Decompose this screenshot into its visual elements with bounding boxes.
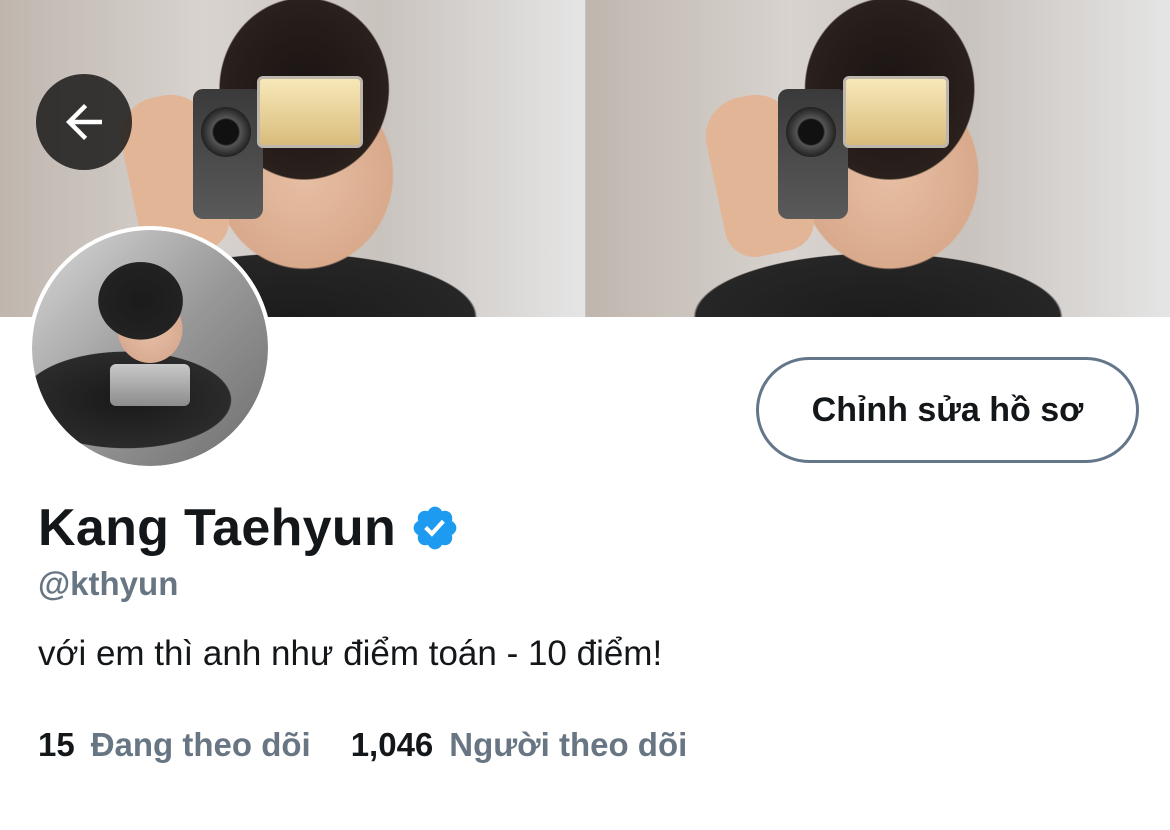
followers-label: Người theo dõi xyxy=(449,726,688,763)
camera-lens xyxy=(200,106,251,157)
avatar[interactable] xyxy=(28,226,272,470)
banner-camcorder-screen xyxy=(842,76,949,149)
following-label: Đang theo dõi xyxy=(90,726,311,763)
user-handle: @kthyun xyxy=(38,565,179,602)
follow-stats: 15 Đang theo dõi 1,046 Người theo dõi xyxy=(38,726,687,764)
name-row: Kang Taehyun xyxy=(38,498,460,558)
banner-camcorder xyxy=(778,88,849,219)
banner-camcorder xyxy=(192,88,263,219)
edit-profile-button[interactable]: Chỉnh sửa hồ sơ xyxy=(756,357,1139,463)
followers-stat[interactable]: 1,046 Người theo dõi xyxy=(351,726,688,764)
following-stat[interactable]: 15 Đang theo dõi xyxy=(38,726,311,764)
banner-camcorder-screen xyxy=(257,76,364,149)
followers-count: 1,046 xyxy=(350,726,434,763)
banner-photo-right xyxy=(584,0,1170,317)
avatar-camcorder xyxy=(110,364,190,406)
back-button[interactable] xyxy=(36,74,132,170)
following-count: 15 xyxy=(38,726,75,763)
display-name: Kang Taehyun xyxy=(38,499,397,557)
verified-badge-icon xyxy=(413,506,457,550)
avatar-image xyxy=(32,230,268,466)
profile-bio: với em thì anh như điểm toán - 10 điểm! xyxy=(38,634,663,673)
arrow-left-icon xyxy=(66,104,102,140)
camera-lens xyxy=(786,106,837,157)
